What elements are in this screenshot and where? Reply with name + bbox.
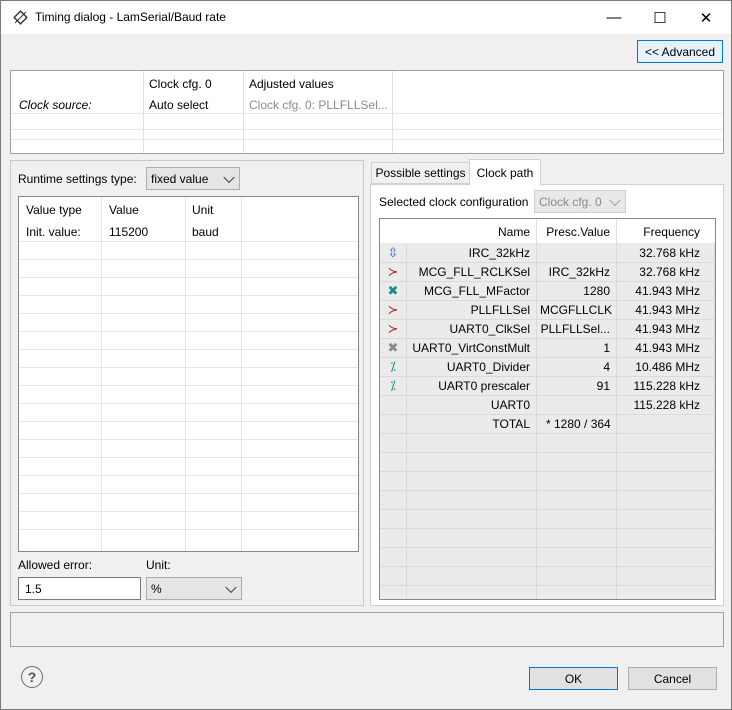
- selected-config-label: Selected clock configuration: [379, 195, 529, 209]
- clock-path-panel: Selected clock configuration Clock cfg. …: [370, 184, 724, 606]
- clock-path-total-row: TOTAL * 1280 / 364: [380, 414, 714, 433]
- selector-icon: ≻: [387, 321, 399, 336]
- row-frequency: 115.228 kHz: [633, 379, 701, 393]
- row-name: UART0 prescaler: [438, 379, 530, 393]
- window-title: Timing dialog - LamSerial/Baud rate: [35, 10, 226, 24]
- chevron-down-icon: [609, 194, 621, 206]
- unit-select[interactable]: %: [146, 577, 242, 600]
- allowed-error-label: Allowed error:: [18, 558, 93, 572]
- clock-cfg-header: Clock cfg. 0: [149, 77, 212, 91]
- row-frequency: 10.486 MHz: [635, 360, 700, 374]
- timing-dialog: Timing dialog - LamSerial/Baud rate — ☐ …: [0, 0, 732, 710]
- row-presc: 4: [603, 360, 610, 374]
- clock-config-select[interactable]: Clock cfg. 0: [534, 190, 626, 213]
- title-bar: Timing dialog - LamSerial/Baud rate — ☐ …: [1, 1, 731, 34]
- runtime-type-value: fixed value: [151, 171, 209, 186]
- row-name: IRC_32kHz: [468, 246, 530, 260]
- column-header-frequency: Frequency: [643, 225, 700, 239]
- row-presc: 1: [603, 341, 610, 355]
- tab-possible-settings[interactable]: Possible settings: [371, 162, 470, 184]
- row-name: UART0: [490, 398, 530, 412]
- column-header-unit: Unit: [192, 203, 214, 217]
- value-cell[interactable]: 115200: [109, 225, 148, 239]
- row-presc: IRC_32kHz: [548, 265, 610, 279]
- row-frequency: 41.943 MHz: [635, 341, 700, 355]
- maximize-icon: ☐: [653, 9, 667, 27]
- clock-source-icon: ⇳: [387, 245, 399, 260]
- row-name: UART0_Divider: [446, 360, 530, 374]
- adjusted-value: Clock cfg. 0: PLLFLLSel...: [249, 98, 388, 112]
- clock-path-row[interactable]: ≻ UART0_ClkSel PLLFLLSel... 41.943 MHz: [380, 319, 714, 338]
- row-frequency: 41.943 MHz: [635, 284, 700, 298]
- clock-cfg-value[interactable]: Auto select: [149, 98, 208, 112]
- clock-source-table: Clock cfg. 0 Adjusted values Clock sourc…: [10, 70, 724, 154]
- clock-path-row[interactable]: ✖ MCG_FLL_MFactor 1280 41.943 MHz: [380, 281, 714, 300]
- row-name: MCG_FLL_MFactor: [423, 284, 530, 298]
- adjusted-values-header: Adjusted values: [249, 77, 334, 91]
- clock-path-table: Name Presc.Value Frequency ⇳ IRC_32kHz 3…: [379, 218, 716, 600]
- chevron-down-icon: [223, 171, 235, 183]
- maximize-button[interactable]: ☐: [637, 1, 683, 34]
- selector-icon: ≻: [387, 302, 399, 317]
- allowed-error-value: 1.5: [25, 582, 42, 596]
- close-icon: ✕: [699, 9, 713, 27]
- close-button[interactable]: ✕: [683, 1, 729, 34]
- help-icon: ?: [27, 669, 37, 685]
- divider-icon: ⁒: [390, 378, 396, 393]
- row-name: PLLFLLSel: [470, 303, 530, 317]
- clock-path-header: Name Presc.Value Frequency: [380, 219, 715, 243]
- row-presc: PLLFLLSel...: [540, 322, 610, 336]
- clock-source-label: Clock source:: [19, 98, 92, 112]
- multiplier-disabled-icon: ✖: [387, 340, 399, 355]
- row-presc: 91: [596, 379, 610, 393]
- unit-cell[interactable]: baud: [192, 225, 219, 239]
- cancel-button[interactable]: Cancel: [628, 667, 717, 690]
- clock-path-row[interactable]: ≻ PLLFLLSel MCGFLLCLK 41.943 MHz: [380, 300, 714, 319]
- row-presc: * 1280 / 364: [546, 417, 611, 431]
- clock-path-row[interactable]: ⁒ UART0 prescaler 91 115.228 kHz: [380, 376, 714, 395]
- ok-button[interactable]: OK: [529, 667, 618, 690]
- unit-select-value: %: [151, 581, 162, 596]
- divider-icon: ⁒: [390, 359, 396, 374]
- row-frequency: 115.228 kHz: [633, 398, 701, 412]
- row-name: MCG_FLL_RCLKSel: [418, 265, 530, 279]
- advanced-button[interactable]: << Advanced: [637, 40, 723, 63]
- runtime-settings-label: Runtime settings type:: [18, 172, 137, 186]
- clock-path-body: ⇳ IRC_32kHz 32.768 kHz ≻ MCG_FLL_RCLKSel…: [380, 243, 715, 599]
- multiplier-icon: ✖: [387, 283, 399, 298]
- tab-clock-path[interactable]: Clock path: [469, 159, 541, 185]
- row-frequency: 32.768 kHz: [639, 265, 700, 279]
- column-header-name: Name: [497, 225, 530, 239]
- runtime-settings-group: Runtime settings type: fixed value Value…: [10, 160, 364, 606]
- clock-path-row[interactable]: ⁒ UART0_Divider 4 10.486 MHz: [380, 357, 714, 376]
- runtime-values-table: Value type Value Unit Init. value: 11520…: [18, 196, 359, 552]
- row-frequency: 41.943 MHz: [635, 303, 700, 317]
- message-area: [10, 612, 724, 647]
- clock-config-value: Clock cfg. 0: [539, 194, 602, 209]
- column-header-value: Value: [109, 203, 139, 217]
- selector-icon: ≻: [387, 264, 399, 279]
- row-presc: MCGFLLCLK: [540, 303, 613, 317]
- help-button[interactable]: ?: [21, 666, 43, 688]
- clock-path-row[interactable]: ≻ MCG_FLL_RCLKSel IRC_32kHz 32.768 kHz: [380, 262, 714, 281]
- row-name: UART0_VirtConstMult: [412, 341, 530, 355]
- row-frequency: 41.943 MHz: [635, 322, 700, 336]
- row-name: UART0_ClkSel: [449, 322, 530, 336]
- column-header-presc: Presc.Value: [546, 225, 610, 239]
- row-presc: 1280: [583, 284, 610, 298]
- unit-label: Unit:: [146, 558, 171, 572]
- column-header-value-type: Value type: [26, 203, 82, 217]
- clock-path-row[interactable]: UART0 115.228 kHz: [380, 395, 714, 414]
- minimize-button[interactable]: —: [591, 1, 637, 34]
- row-frequency: 32.768 kHz: [639, 246, 700, 260]
- clock-path-row[interactable]: ✖ UART0_VirtConstMult 1 41.943 MHz: [380, 338, 714, 357]
- row-name: TOTAL: [492, 417, 530, 431]
- value-type-cell: Init. value:: [26, 225, 81, 239]
- allowed-error-input[interactable]: 1.5: [18, 577, 141, 600]
- runtime-type-select[interactable]: fixed value: [146, 167, 240, 190]
- clock-path-row[interactable]: ⇳ IRC_32kHz 32.768 kHz: [380, 243, 714, 262]
- minimize-icon: —: [606, 9, 622, 26]
- app-icon: [13, 10, 28, 25]
- chevron-down-icon: [225, 581, 237, 593]
